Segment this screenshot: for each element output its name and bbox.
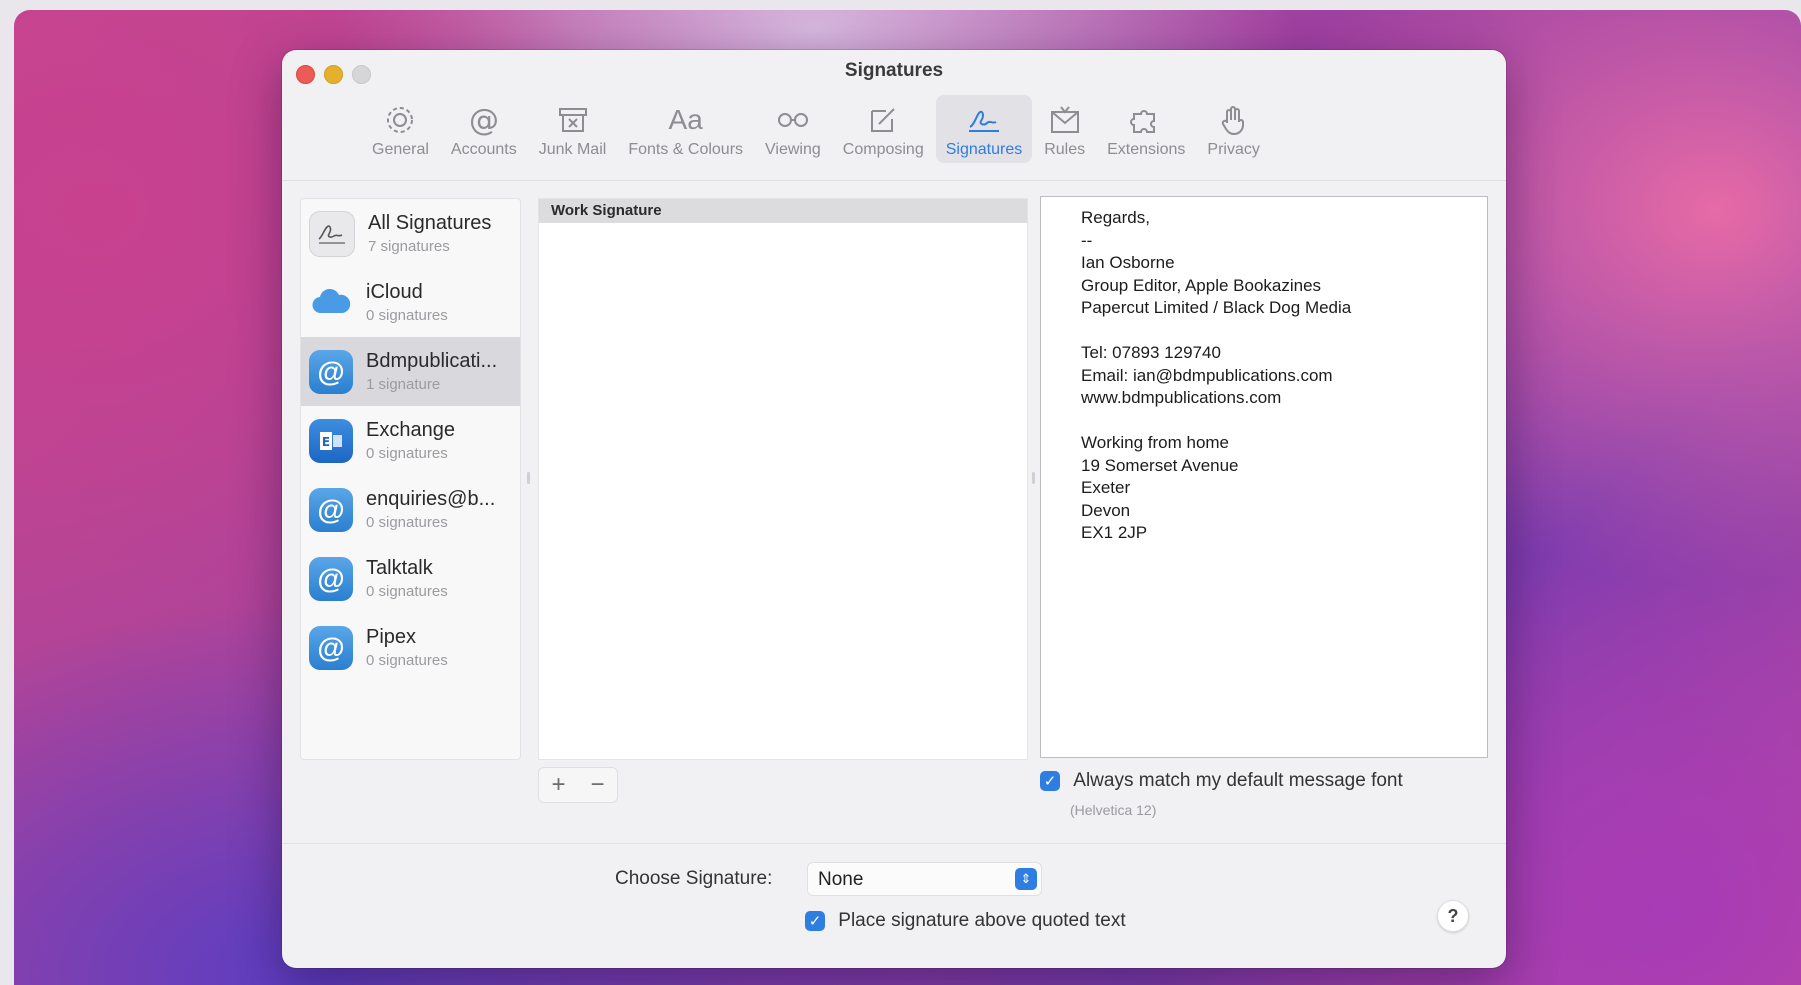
signature-list[interactable]: Work Signature — [538, 198, 1028, 760]
account-item-all-signatures[interactable]: All Signatures 7 signatures — [301, 199, 520, 268]
compose-icon — [863, 101, 903, 139]
place-above-checkbox[interactable]: ✓ — [805, 911, 825, 931]
split-divider-handle[interactable] — [527, 472, 530, 484]
account-signature-count: 0 signatures — [366, 652, 448, 669]
at-icon: @ — [464, 101, 504, 139]
account-name: Talktalk — [366, 557, 433, 579]
choose-signature-value: None — [818, 869, 864, 890]
account-signature-count: 7 signatures — [368, 238, 450, 255]
tab-rules-label: Rules — [1044, 141, 1086, 158]
add-signature-button[interactable]: + — [551, 771, 565, 799]
font-note: (Helvetica 12) — [1070, 802, 1157, 818]
font-icon-glyph: Aa — [668, 104, 703, 135]
account-signature-count: 0 signatures — [366, 514, 448, 531]
rules-envelope-icon — [1045, 101, 1085, 139]
preferences-toolbar: General @ Accounts Junk Mail Aa Fonts & … — [362, 95, 1272, 163]
tab-privacy-label: Privacy — [1207, 141, 1260, 158]
account-signature-count: 1 signature — [366, 376, 441, 393]
gear-icon — [380, 101, 420, 139]
svg-text:E: E — [322, 435, 330, 449]
tab-viewing[interactable]: Viewing — [755, 95, 831, 163]
at-icon: @ — [309, 556, 353, 601]
account-name: iCloud — [366, 281, 423, 303]
at-icon: @ — [309, 487, 353, 532]
remove-signature-button[interactable]: − — [590, 771, 604, 799]
add-remove-control: + − — [538, 767, 618, 803]
tab-signatures[interactable]: Signatures — [935, 95, 1033, 163]
window-title: Signatures — [844, 60, 944, 81]
tab-general[interactable]: General — [362, 95, 439, 163]
toolbar-separator — [282, 180, 1506, 181]
place-above-option[interactable]: ✓ Place signature above quoted text — [805, 910, 1126, 932]
tab-viewing-label: Viewing — [765, 141, 821, 158]
tab-composing-label: Composing — [842, 141, 924, 158]
tab-composing[interactable]: Composing — [833, 95, 934, 163]
tab-fonts-colours[interactable]: Aa Fonts & Colours — [618, 95, 753, 163]
account-item-icloud[interactable]: iCloud 0 signatures — [301, 268, 520, 337]
hand-icon — [1214, 101, 1254, 139]
account-item-pipex[interactable]: @ Pipex 0 signatures — [301, 613, 520, 682]
glasses-icon — [773, 101, 813, 139]
cloud-icon — [309, 281, 353, 325]
tab-junk-mail-label: Junk Mail — [538, 141, 607, 158]
signature-preview[interactable]: Regards, -- Ian Osborne Group Editor, Ap… — [1040, 196, 1488, 758]
signatures-preferences-window: Signatures General @ Accounts Junk Mail … — [282, 50, 1506, 968]
choose-signature-select[interactable]: None ⇕ — [807, 862, 1042, 896]
choose-signature-label: Choose Signature: — [615, 868, 773, 889]
junk-tray-icon — [553, 101, 593, 139]
signature-icon — [964, 101, 1004, 139]
account-signature-count: 0 signatures — [366, 583, 448, 600]
tab-privacy[interactable]: Privacy — [1197, 95, 1269, 163]
account-item-enquiries[interactable]: @ enquiries@b... 0 signatures — [301, 475, 520, 544]
account-signature-count: 0 signatures — [366, 445, 448, 462]
account-name: enquiries@b... — [366, 488, 496, 510]
tab-general-label: General — [372, 141, 429, 158]
signature-preview-text[interactable]: Regards, -- Ian Osborne Group Editor, Ap… — [1081, 207, 1351, 545]
signature-stack-icon — [309, 210, 355, 257]
account-item-exchange[interactable]: E Exchange 0 signatures — [301, 406, 520, 475]
tab-accounts-label: Accounts — [450, 141, 517, 158]
account-list[interactable]: All Signatures 7 signatures iCloud 0 sig… — [300, 198, 521, 760]
tab-accounts[interactable]: @ Accounts — [441, 95, 527, 163]
chevron-updown-icon: ⇕ — [1015, 868, 1037, 890]
tab-rules[interactable]: Rules — [1034, 95, 1095, 163]
account-name: Exchange — [366, 419, 455, 441]
account-name: All Signatures — [368, 212, 492, 234]
match-font-checkbox[interactable]: ✓ — [1040, 771, 1060, 791]
match-font-option[interactable]: ✓ Always match my default message font — [1040, 770, 1403, 792]
account-item-talktalk[interactable]: @ Talktalk 0 signatures — [301, 544, 520, 613]
svg-text:@: @ — [469, 103, 499, 137]
match-font-label: Always match my default message font — [1073, 770, 1403, 791]
tab-extensions[interactable]: Extensions — [1097, 95, 1195, 163]
signature-item-work[interactable]: Work Signature — [539, 199, 1027, 223]
split-divider-handle[interactable] — [1032, 472, 1035, 484]
puzzle-icon — [1126, 101, 1166, 139]
tab-signatures-label: Signatures — [945, 141, 1023, 158]
bottom-separator — [282, 843, 1506, 844]
tab-fonts-colours-label: Fonts & Colours — [628, 141, 744, 158]
at-icon: @ — [309, 349, 353, 394]
exchange-icon: E — [309, 418, 353, 463]
account-signature-count: 0 signatures — [366, 307, 448, 324]
help-button[interactable]: ? — [1437, 900, 1469, 932]
place-above-label: Place signature above quoted text — [838, 910, 1126, 931]
account-name: Pipex — [366, 626, 417, 648]
font-icon: Aa — [666, 101, 706, 139]
tab-extensions-label: Extensions — [1107, 141, 1186, 158]
account-name: Bdmpublicati... — [366, 350, 498, 372]
at-icon: @ — [309, 625, 353, 670]
tab-junk-mail[interactable]: Junk Mail — [529, 95, 617, 163]
account-item-bdmpublications[interactable]: @ Bdmpublicati... 1 signature — [301, 337, 520, 406]
